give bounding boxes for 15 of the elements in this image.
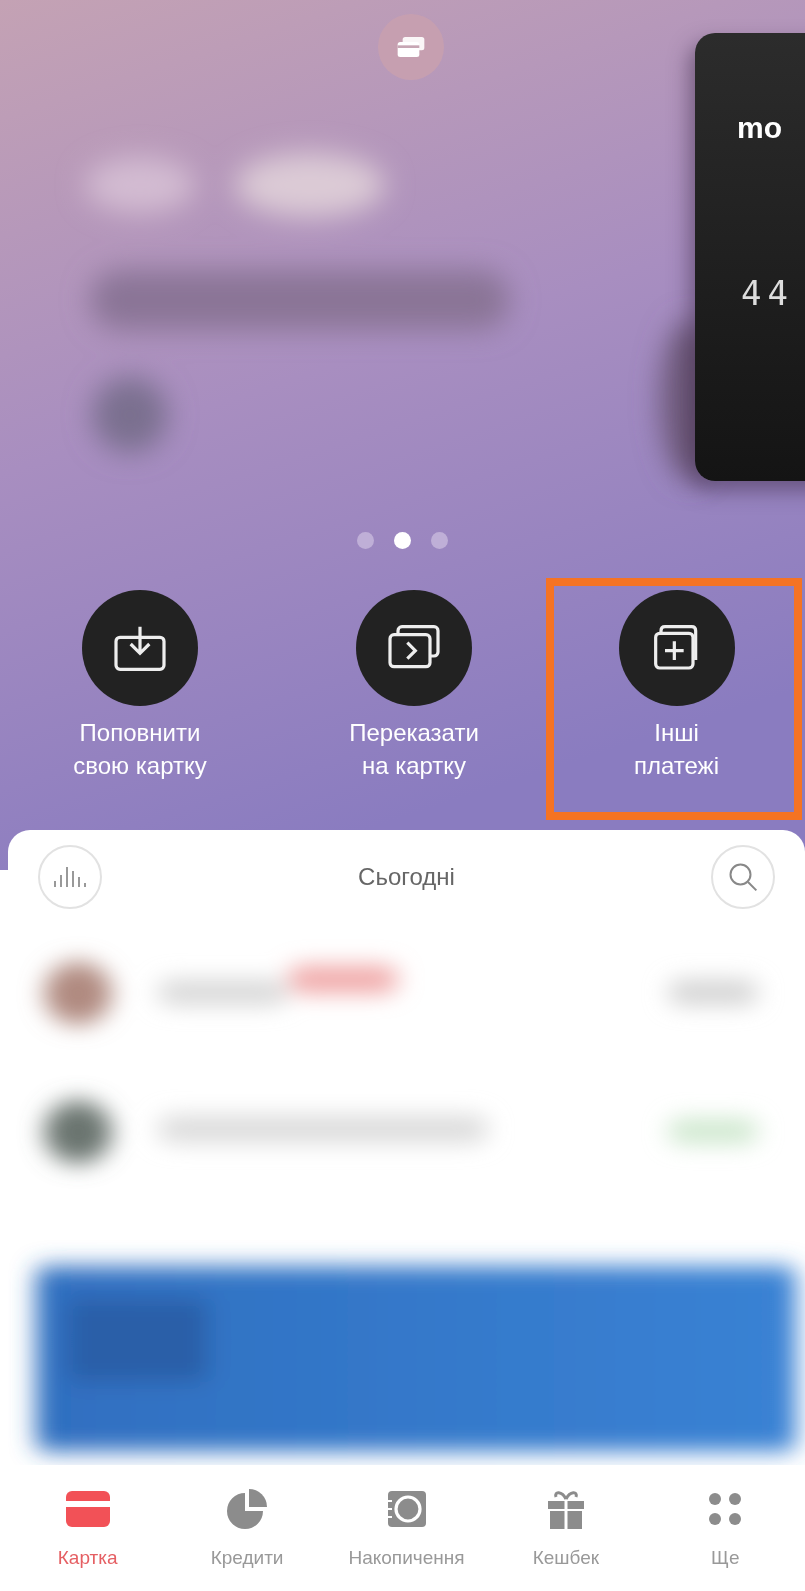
stats-button[interactable]	[38, 845, 102, 909]
bar-chart-icon	[54, 866, 86, 888]
tab[interactable]: Кредити	[167, 1465, 327, 1591]
tab[interactable]: Кешбек	[486, 1465, 646, 1591]
tab[interactable]: Ще	[645, 1465, 805, 1591]
action-label[interactable]: Переказати на картку	[349, 716, 479, 782]
search-button[interactable]	[711, 845, 775, 909]
tab[interactable]: Картка	[8, 1465, 168, 1591]
card-number: 44	[741, 273, 794, 313]
date-heading: Сьогодні	[358, 863, 455, 891]
action-label[interactable]: Поповнити свою картку	[73, 716, 207, 782]
bank-card[interactable]: mo 44	[695, 33, 805, 481]
card-brand: mo	[737, 111, 782, 145]
tab[interactable]: Накопичення	[326, 1465, 487, 1591]
action-label[interactable]: Інші платежі	[634, 716, 719, 782]
